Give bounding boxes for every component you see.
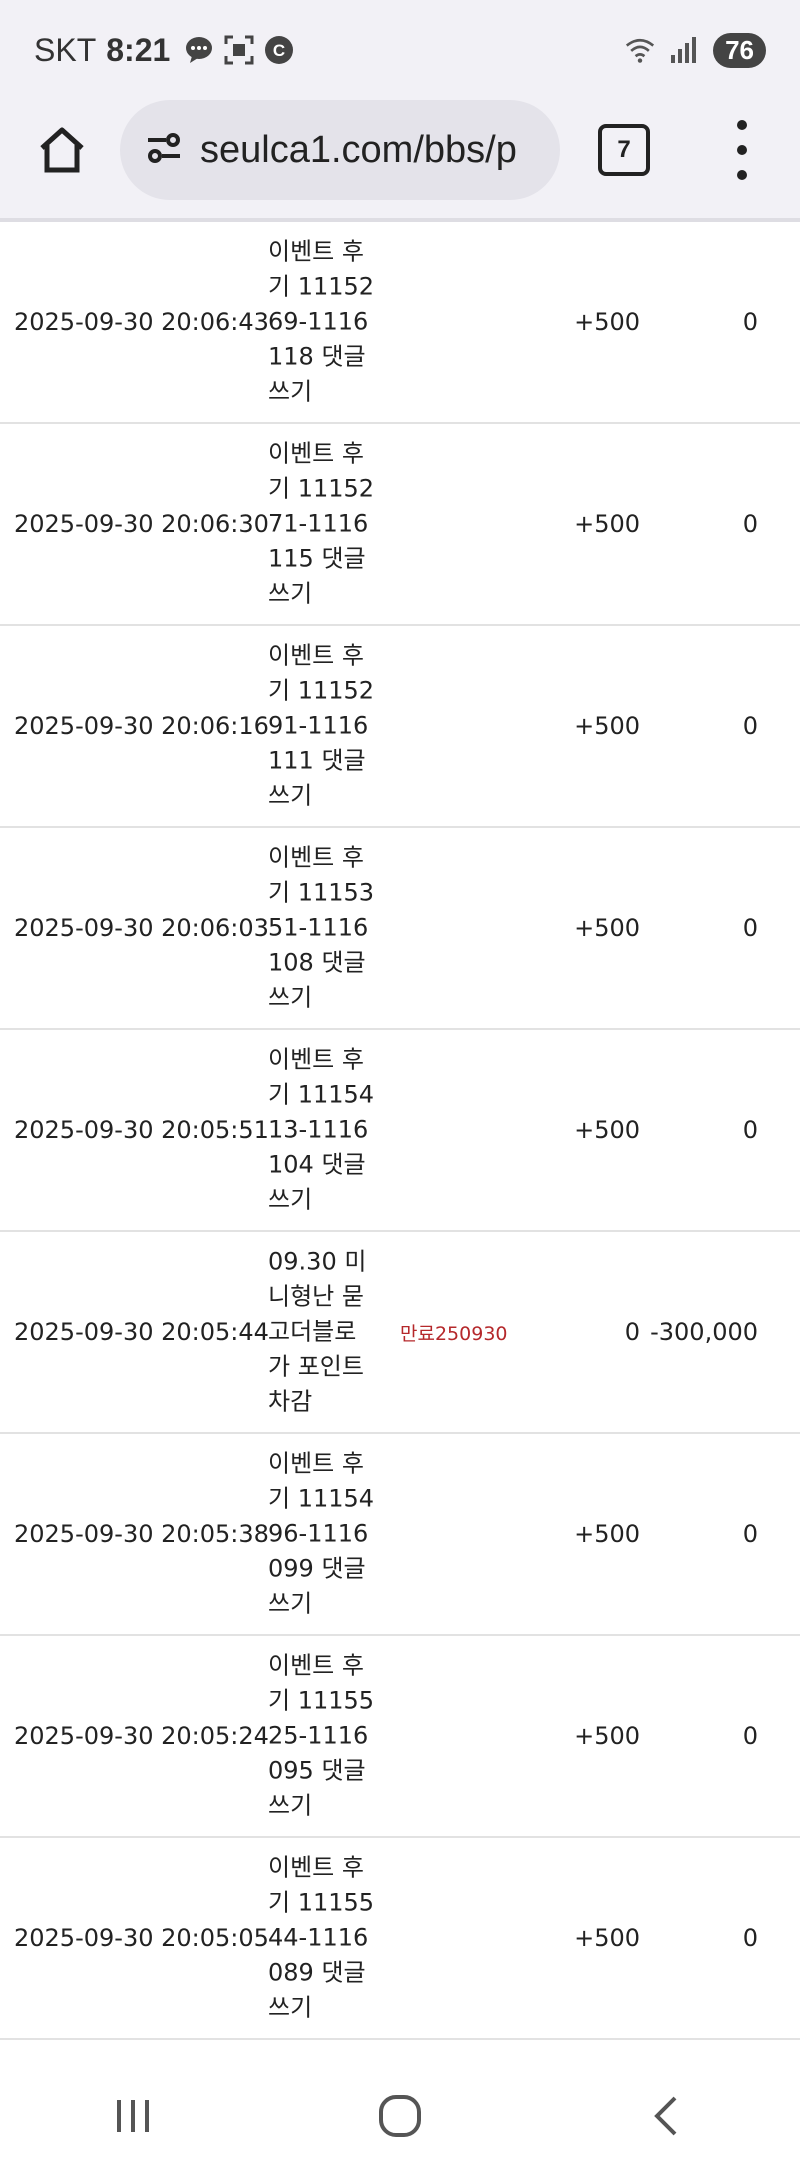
row-date: 2025-09-30 20:06:30 — [14, 510, 269, 538]
row-used: 0 — [742, 308, 758, 336]
carrier-label: SKT — [34, 31, 97, 68]
row-used: 0 — [742, 1116, 758, 1144]
row-used: -300,000 — [650, 1318, 758, 1346]
row-date: 2025-09-30 20:05:24 — [14, 1722, 269, 1750]
row-date: 2025-09-30 20:05:05 — [14, 1924, 269, 1952]
row-earned: +500 — [574, 712, 640, 740]
row-description[interactable]: 이벤트 후기 1115413-1116104 댓글쓰기 — [268, 1043, 378, 1218]
row-description[interactable]: 이벤트 후기 1115496-1116099 댓글쓰기 — [268, 1447, 378, 1622]
row-used: 0 — [742, 1520, 758, 1548]
point-history-table: 2025-09-30 20:06:43 이벤트 후기 1115269-11161… — [0, 222, 800, 2040]
address-bar[interactable]: seulca1.com/bbs/p — [120, 100, 560, 200]
tab-switcher-button[interactable]: 7 — [598, 124, 650, 176]
table-row: 2025-09-30 20:05:05 이벤트 후기 1115544-11160… — [0, 1838, 800, 2040]
table-row: 2025-09-30 20:06:30 이벤트 후기 1115271-11161… — [0, 424, 800, 626]
row-description[interactable]: 이벤트 후기 1115271-1116115 댓글쓰기 — [268, 437, 378, 612]
row-date: 2025-09-30 20:06:16 — [14, 712, 269, 740]
url-text: seulca1.com/bbs/p — [200, 128, 517, 171]
recent-apps-icon[interactable] — [93, 2076, 173, 2156]
browser-toolbar: seulca1.com/bbs/p 7 — [0, 100, 800, 220]
system-nav-bar — [0, 2052, 800, 2180]
back-icon[interactable] — [627, 2076, 707, 2156]
row-earned: +500 — [574, 1924, 640, 1952]
table-row: 2025-09-30 20:05:51 이벤트 후기 1115413-11161… — [0, 1030, 800, 1232]
row-used: 0 — [742, 510, 758, 538]
site-settings-icon[interactable] — [144, 128, 184, 172]
row-earned: +500 — [574, 1116, 640, 1144]
row-earned: +500 — [574, 510, 640, 538]
row-date: 2025-09-30 20:05:44 — [14, 1318, 269, 1346]
row-earned: +500 — [574, 308, 640, 336]
signal-icon — [669, 35, 699, 65]
status-bar: SKT 8:21 C 76 — [0, 0, 800, 100]
row-earned: 0 — [624, 1318, 640, 1346]
row-description[interactable]: 이벤트 후기 1115291-1116111 댓글쓰기 — [268, 639, 378, 814]
svg-text:C: C — [273, 41, 285, 60]
chat-bubble-icon — [184, 35, 214, 65]
row-earned: +500 — [574, 914, 640, 942]
row-description[interactable]: 이벤트 후기 1115269-1116118 댓글쓰기 — [268, 235, 378, 410]
row-date: 2025-09-30 20:05:51 — [14, 1116, 269, 1144]
row-date: 2025-09-30 20:06:43 — [14, 308, 269, 336]
row-description[interactable]: 이벤트 후기 1115351-1116108 댓글쓰기 — [268, 841, 378, 1016]
table-row: 2025-09-30 20:05:44 09.30 미니형난 묻고더블로가 포인… — [0, 1232, 800, 1434]
row-used: 0 — [742, 712, 758, 740]
row-used: 0 — [742, 1722, 758, 1750]
row-used: 0 — [742, 1924, 758, 1952]
menu-dots-icon[interactable] — [722, 120, 762, 180]
row-description[interactable]: 이벤트 후기 1115544-1116089 댓글쓰기 — [268, 1851, 378, 2026]
row-earned: +500 — [574, 1722, 640, 1750]
row-used: 0 — [742, 914, 758, 942]
battery-level: 76 — [713, 32, 766, 68]
row-expiry-note: 만료250930 — [400, 1322, 508, 1345]
row-date: 2025-09-30 20:05:38 — [14, 1520, 269, 1548]
wifi-icon — [625, 35, 655, 65]
tab-count: 7 — [617, 136, 631, 163]
home-circle-icon[interactable] — [360, 2076, 440, 2156]
table-row: 2025-09-30 20:05:24 이벤트 후기 1115525-11160… — [0, 1636, 800, 1838]
home-icon[interactable] — [34, 122, 90, 178]
c-app-icon: C — [264, 35, 294, 65]
row-description[interactable]: 09.30 미니형난 묻고더블로가 포인트 차감 — [268, 1245, 378, 1420]
row-earned: +500 — [574, 1520, 640, 1548]
table-row: 2025-09-30 20:05:38 이벤트 후기 1115496-11160… — [0, 1434, 800, 1636]
table-row: 2025-09-30 20:06:03 이벤트 후기 1115351-11161… — [0, 828, 800, 1030]
clock: 8:21 — [106, 31, 171, 68]
table-row: 2025-09-30 20:06:43 이벤트 후기 1115269-11161… — [0, 222, 800, 424]
row-description[interactable]: 이벤트 후기 1115525-1116095 댓글쓰기 — [268, 1649, 378, 1824]
screenshot-icon — [224, 35, 254, 65]
row-date: 2025-09-30 20:06:03 — [14, 914, 269, 942]
table-row: 2025-09-30 20:06:16 이벤트 후기 1115291-11161… — [0, 626, 800, 828]
